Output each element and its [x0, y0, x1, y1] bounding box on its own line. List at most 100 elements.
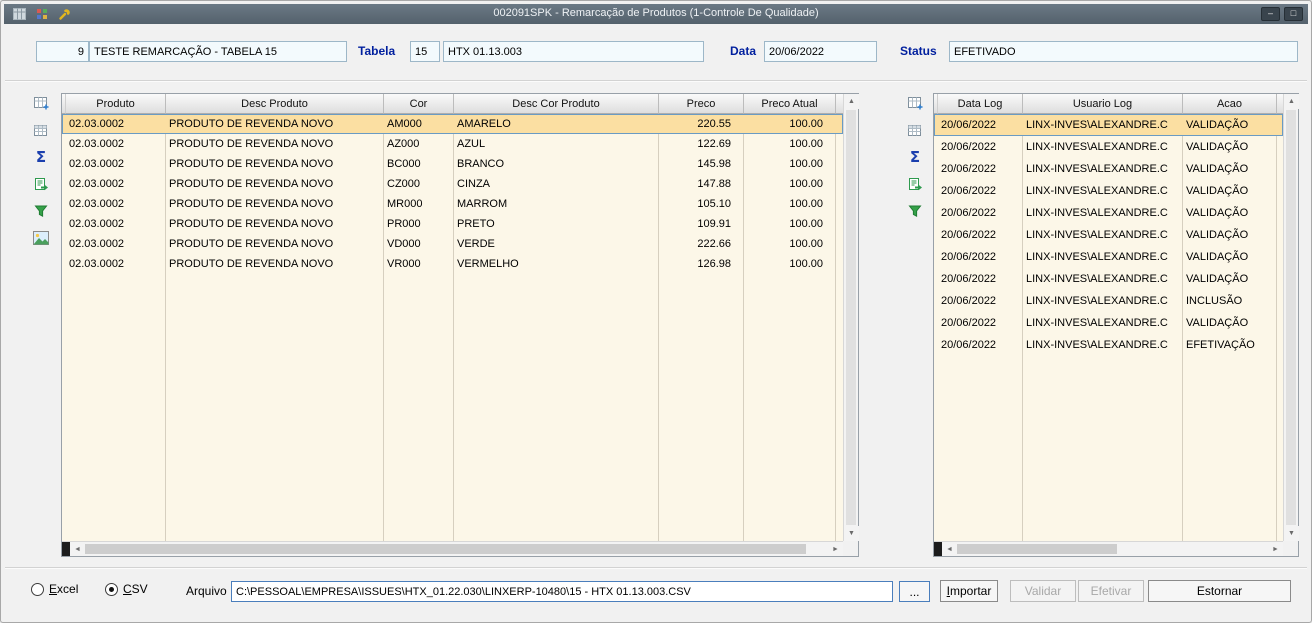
column-header[interactable]: Desc Produto — [166, 94, 384, 114]
validar-button[interactable]: Validar — [1010, 580, 1076, 602]
excel-export-icon[interactable] — [905, 174, 925, 194]
column-header[interactable]: Desc Cor Produto — [454, 94, 659, 114]
scroll-right-icon[interactable]: ► — [828, 542, 843, 556]
cell: AMARELO — [457, 118, 511, 130]
excel-export-icon[interactable] — [31, 174, 51, 194]
cell: PRODUTO DE REVENDA NOVO — [169, 238, 334, 250]
scroll-up-icon[interactable]: ▲ — [844, 94, 859, 109]
importar-button[interactable]: Importar — [940, 580, 998, 602]
radio-csv-label: CSV — [123, 582, 148, 596]
column-header[interactable]: Produto — [66, 94, 166, 114]
browse-button[interactable]: ... — [899, 581, 930, 602]
scroll-thumb[interactable] — [1286, 110, 1296, 525]
table-row[interactable]: 02.03.0002 PRODUTO DE REVENDA NOVO PR000 PR… — [62, 214, 843, 234]
cell: VALIDAÇÃO — [1186, 229, 1249, 241]
record-description-field[interactable]: TESTE REMARCAÇÃO - TABELA 15 — [89, 41, 347, 62]
column-header[interactable]: Preco — [659, 94, 744, 114]
maximize-button[interactable]: □ — [1284, 7, 1303, 21]
window-controls: – □ — [1261, 7, 1308, 21]
grid-insert-icon[interactable] — [31, 93, 51, 113]
arquivo-input[interactable] — [231, 581, 893, 602]
table-row[interactable]: 20/06/2022 LINX-INVES\ALEXANDRE.C EFETIVAÇ… — [934, 334, 1283, 356]
scroll-track[interactable] — [844, 109, 858, 526]
column-header[interactable]: Usuario Log — [1023, 94, 1183, 114]
tabela-number-field[interactable]: 15 — [410, 41, 440, 62]
minimize-button[interactable]: – — [1261, 7, 1280, 21]
table-row[interactable]: 20/06/2022 LINX-INVES\ALEXANDRE.C VALIDAÇÃ… — [934, 312, 1283, 334]
cell: 100.00 — [789, 238, 823, 250]
table-row[interactable]: 20/06/2022 LINX-INVES\ALEXANDRE.C VALIDAÇÃ… — [934, 114, 1283, 136]
table-row[interactable]: 20/06/2022 LINX-INVES\ALEXANDRE.C VALIDAÇÃ… — [934, 268, 1283, 290]
scroll-right-icon[interactable]: ► — [1268, 542, 1283, 556]
column-header[interactable]: Data Log — [938, 94, 1023, 114]
cell: PRODUTO DE REVENDA NOVO — [169, 198, 334, 210]
scroll-thumb[interactable] — [85, 544, 806, 554]
grid-insert-icon[interactable] — [905, 93, 925, 113]
radio-excel[interactable]: Excel — [31, 582, 78, 596]
scroll-thumb[interactable] — [846, 110, 856, 525]
scroll-track[interactable] — [85, 542, 828, 556]
wrench-icon[interactable] — [57, 7, 73, 22]
table-row[interactable]: 02.03.0002 PRODUTO DE REVENDA NOVO VD000 VE… — [62, 234, 843, 254]
scroll-thumb[interactable] — [957, 544, 1117, 554]
table-row[interactable]: 20/06/2022 LINX-INVES\ALEXANDRE.C VALIDAÇÃ… — [934, 180, 1283, 202]
sum-icon[interactable]: Σ — [31, 147, 51, 167]
products-grid: Produto Desc Produto Cor Desc Cor Produto Pr… — [61, 93, 859, 557]
filter-icon[interactable] — [905, 201, 925, 221]
cell: 02.03.0002 — [69, 158, 125, 170]
tabela-codigo-field[interactable]: HTX 01.13.003 — [443, 41, 704, 62]
table-row[interactable]: 02.03.0002 PRODUTO DE REVENDA NOVO MR000 MA… — [62, 194, 843, 214]
status-field[interactable]: EFETIVADO — [949, 41, 1298, 62]
cell: PRODUTO DE REVENDA NOVO — [169, 178, 334, 190]
record-id-field[interactable]: 9 — [36, 41, 89, 62]
scroll-up-icon[interactable]: ▲ — [1284, 94, 1299, 109]
column-header[interactable]: Cor — [384, 94, 454, 114]
sum-icon[interactable]: Σ — [905, 147, 925, 167]
cell: PRETO — [457, 218, 495, 230]
scroll-down-icon[interactable]: ▼ — [844, 526, 859, 541]
titlebar: 002091SPK - Remarcação de Produtos (1-Co… — [4, 4, 1308, 24]
radio-csv[interactable]: CSV — [105, 582, 148, 596]
table-row[interactable]: 20/06/2022 LINX-INVES\ALEXANDRE.C VALIDAÇÃ… — [934, 246, 1283, 268]
cell: 20/06/2022 — [941, 339, 997, 351]
estornar-button[interactable]: Estornar — [1148, 580, 1291, 602]
column-header[interactable]: Acao — [1183, 94, 1277, 114]
products-grid-header: Produto Desc Produto Cor Desc Cor Produto Pr… — [62, 94, 843, 114]
table-row[interactable]: 02.03.0002 PRODUTO DE REVENDA NOVO CZ000 CI… — [62, 174, 843, 194]
scroll-track[interactable] — [957, 542, 1268, 556]
grid-layout-icon[interactable] — [905, 120, 925, 140]
products-horizontal-scrollbar[interactable]: ◄ ► — [62, 541, 843, 556]
colored-grid-icon[interactable] — [34, 7, 50, 22]
cell: EFETIVAÇÃO — [1186, 339, 1255, 351]
cell: PRODUTO DE REVENDA NOVO — [169, 138, 334, 150]
table-row[interactable]: 20/06/2022 LINX-INVES\ALEXANDRE.C VALIDAÇÃ… — [934, 136, 1283, 158]
scroll-down-icon[interactable]: ▼ — [1284, 526, 1299, 541]
table-row[interactable]: 20/06/2022 LINX-INVES\ALEXANDRE.C VALIDAÇÃ… — [934, 202, 1283, 224]
grid-icon[interactable] — [11, 7, 27, 22]
image-icon[interactable] — [31, 228, 51, 248]
cell: 220.55 — [697, 118, 731, 130]
scroll-track[interactable] — [1284, 109, 1298, 526]
radio-circle — [105, 582, 118, 596]
log-horizontal-scrollbar[interactable]: ◄ ► — [934, 541, 1283, 556]
cell: VERMELHO — [457, 258, 519, 270]
data-field[interactable]: 20/06/2022 — [764, 41, 877, 62]
log-vertical-scrollbar[interactable]: ▲ ▼ — [1283, 94, 1299, 541]
table-row[interactable]: 02.03.0002 PRODUTO DE REVENDA NOVO AZ000 AZ… — [62, 134, 843, 154]
filter-icon[interactable] — [31, 201, 51, 221]
table-row[interactable]: 02.03.0002 PRODUTO DE REVENDA NOVO VR000 VE… — [62, 254, 843, 274]
cell: VR000 — [387, 258, 421, 270]
scroll-left-icon[interactable]: ◄ — [70, 542, 85, 556]
cell: 105.10 — [697, 198, 731, 210]
table-row[interactable]: 20/06/2022 LINX-INVES\ALEXANDRE.C INCLUSÃO — [934, 290, 1283, 312]
table-row[interactable]: 20/06/2022 LINX-INVES\ALEXANDRE.C VALIDAÇÃ… — [934, 158, 1283, 180]
grid-layout-icon[interactable] — [31, 120, 51, 140]
products-vertical-scrollbar[interactable]: ▲ ▼ — [843, 94, 859, 541]
efetivar-button[interactable]: Efetivar — [1078, 580, 1144, 602]
table-row[interactable]: 02.03.0002 PRODUTO DE REVENDA NOVO BC000 BR… — [62, 154, 843, 174]
table-row[interactable]: 20/06/2022 LINX-INVES\ALEXANDRE.C VALIDAÇÃ… — [934, 224, 1283, 246]
table-row[interactable]: 02.03.0002 PRODUTO DE REVENDA NOVO AM000 AM… — [62, 114, 843, 134]
cell: VALIDAÇÃO — [1186, 273, 1249, 285]
scroll-left-icon[interactable]: ◄ — [942, 542, 957, 556]
column-header[interactable]: Preco Atual — [744, 94, 836, 114]
